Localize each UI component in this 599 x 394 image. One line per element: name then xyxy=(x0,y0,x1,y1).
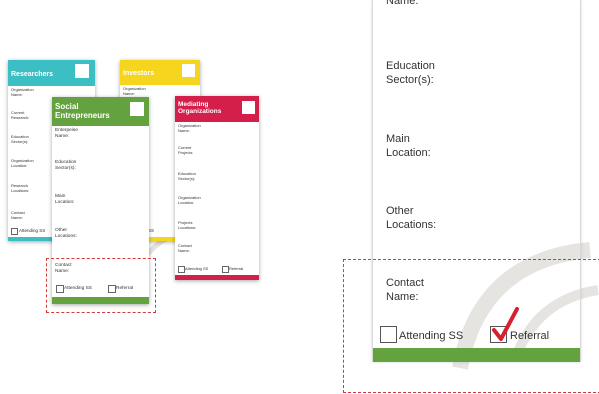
field-label: Projects Locations: xyxy=(178,220,197,230)
header-square-icon xyxy=(242,101,255,114)
field-label: Main Location: xyxy=(55,194,75,205)
field-label: Other Locations: xyxy=(55,228,77,239)
researchers-header: Researchers xyxy=(8,60,95,86)
footer-bar xyxy=(175,275,259,280)
attending-checkbox[interactable] xyxy=(11,228,18,235)
investors-title: Investors xyxy=(123,70,155,77)
mediating-header: Mediating Organizations xyxy=(175,96,259,122)
highlight-region-large xyxy=(343,259,599,393)
mediating-title: Mediating Organizations xyxy=(178,101,222,116)
field-label: Organization Name: xyxy=(123,86,146,96)
field-label: Contact Name: xyxy=(178,243,192,253)
field-label: Main Location: xyxy=(386,133,431,159)
field-label: Current Projects xyxy=(178,145,193,155)
field-label: Enterpeise Name: xyxy=(55,128,78,139)
social-title: Social Entrepreneurs xyxy=(55,102,110,121)
mediating-card: Mediating Organizations Organization Nam… xyxy=(175,96,259,280)
field-label: Research Locations: xyxy=(11,183,30,193)
attending-checkbox[interactable] xyxy=(178,266,185,273)
field-label: Other Locations: xyxy=(386,205,437,231)
field-label: Organization Location: xyxy=(178,195,201,205)
field-label: Education Sector(s): xyxy=(178,171,196,181)
referral-checkbox[interactable] xyxy=(222,266,229,273)
field-label: Education Sector(s): xyxy=(11,134,29,144)
field-label: Contact Name: xyxy=(11,210,25,220)
field-label: Education Sector(s): xyxy=(55,160,77,171)
header-square-icon xyxy=(130,102,144,116)
attending-label: Attending SS xyxy=(19,228,46,233)
referral-label: Referral xyxy=(229,266,244,271)
field-label-partial: Name: xyxy=(386,0,419,7)
investors-header: Investors xyxy=(120,60,200,85)
highlight-region-small xyxy=(46,258,156,313)
field-label: Organization Location: xyxy=(11,158,34,168)
header-square-icon xyxy=(75,64,89,78)
field-label: Organization Name: xyxy=(11,87,34,97)
attending-label: Attending SS xyxy=(185,266,209,271)
field-label: Organization Name: xyxy=(178,123,201,133)
field-label: Current Research: xyxy=(11,110,30,120)
field-label: Education Sector(s): xyxy=(386,60,435,86)
social-header: Social Entrepreneurs xyxy=(52,97,149,126)
researchers-title: Researchers xyxy=(11,71,54,78)
header-square-icon xyxy=(182,64,195,77)
